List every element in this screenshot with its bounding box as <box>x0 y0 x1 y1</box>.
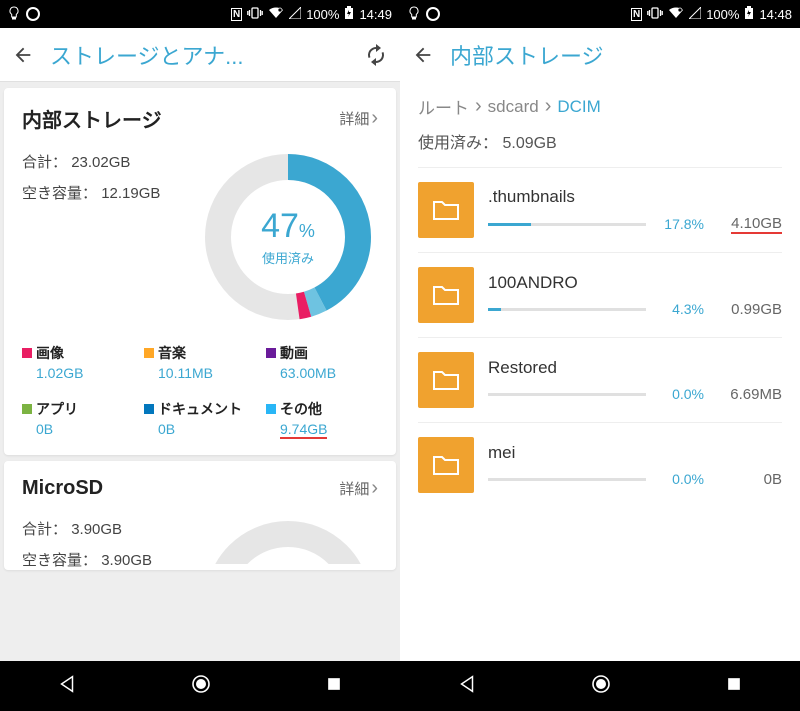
breadcrumb[interactable]: ルート › sdcard › DCIM <box>400 82 800 123</box>
detail-link[interactable]: 詳細 › <box>339 107 378 130</box>
chevron-right-icon: › <box>371 477 378 500</box>
folder-icon <box>418 267 474 323</box>
back-icon[interactable] <box>412 44 434 66</box>
chevron-right-icon: › <box>475 95 482 118</box>
total-line: 合計： 23.02GB <box>22 151 160 172</box>
clock-text: 14:48 <box>759 7 792 22</box>
legend-item[interactable]: 動画63.00MB <box>266 343 378 381</box>
crumb-current: DCIM <box>557 97 600 117</box>
nav-recent-icon[interactable] <box>724 674 744 699</box>
crumb-root[interactable]: ルート <box>418 94 469 119</box>
nfc-icon: N <box>231 8 242 21</box>
refresh-icon[interactable] <box>364 43 388 67</box>
legend: 画像1.02GB 音楽10.11MB 動画63.00MB アプリ0Bドキュメント0Bそ… <box>22 343 378 439</box>
nav-bar <box>0 661 400 711</box>
page-title: ストレージとアナ... <box>50 39 348 71</box>
usage-donut: 47% 使用済み <box>198 147 378 327</box>
folder-icon <box>418 437 474 493</box>
circle-icon <box>426 7 440 21</box>
nav-bar <box>400 661 800 711</box>
usage-percent: 17.8% <box>658 216 704 232</box>
legend-item[interactable]: 画像1.02GB <box>22 343 134 381</box>
chevron-right-icon: › <box>545 95 552 118</box>
crumb-sdcard[interactable]: sdcard <box>488 97 539 117</box>
nav-home-icon[interactable] <box>589 672 613 701</box>
folder-name: mei <box>488 443 782 463</box>
usage-bar <box>488 393 646 396</box>
folder-row[interactable]: .thumbnails 17.8% 4.10GB <box>418 167 782 252</box>
bulb-icon <box>408 6 420 23</box>
page-title: 内部ストレージ <box>450 39 788 71</box>
usage-bar <box>488 223 646 226</box>
battery-icon <box>344 6 354 23</box>
clock-text: 14:49 <box>359 7 392 22</box>
folder-name: .thumbnails <box>488 187 782 207</box>
signal-icon <box>289 7 301 22</box>
folder-row[interactable]: 100ANDRO 4.3% 0.99GB <box>418 252 782 337</box>
app-bar: 内部ストレージ <box>400 28 800 82</box>
signal-icon <box>689 7 701 22</box>
folder-name: 100ANDRO <box>488 273 782 293</box>
nav-recent-icon[interactable] <box>324 674 344 699</box>
detail-label: 詳細 <box>339 478 369 499</box>
screen2-body: ルート › sdcard › DCIM 使用済み： 5.09GB .thumbn… <box>400 82 800 711</box>
vibrate-icon <box>647 6 663 23</box>
total-line: 合計： 3.90GB <box>22 518 152 539</box>
legend-item[interactable]: 音楽10.11MB <box>144 343 256 381</box>
free-line: 空き容量： 3.90GB <box>22 549 152 570</box>
folder-row[interactable]: mei 0.0% 0B <box>418 422 782 507</box>
battery-text: 100% <box>706 7 739 22</box>
folder-icon <box>418 352 474 408</box>
donut-label: 使用済み <box>262 248 314 267</box>
screen1-body: 内部ストレージ 詳細 › 合計： 23.02GB 空き容量： 12.19GB <box>0 82 400 711</box>
usage-percent: 4.3% <box>658 301 704 317</box>
battery-icon <box>744 6 754 23</box>
microsd-card[interactable]: MicroSD 詳細 › 合計： 3.90GB 空き容量： 3.90GB <box>4 461 396 570</box>
screen-internal-storage: N 100% 14:48 内部ストレージ ルート › sdcard <box>400 0 800 711</box>
usage-size: 4.10GB <box>716 215 782 234</box>
nav-back-icon[interactable] <box>56 673 78 700</box>
legend-item[interactable]: アプリ0B <box>22 399 134 439</box>
status-bar: N 100% 14:48 <box>400 0 800 28</box>
circle-icon <box>26 7 40 21</box>
nfc-icon: N <box>631 8 642 21</box>
usage-size: 0.99GB <box>716 301 782 318</box>
nav-back-icon[interactable] <box>456 673 478 700</box>
nav-home-icon[interactable] <box>189 672 213 701</box>
card-title: MicroSD <box>22 477 339 500</box>
wifi-icon <box>668 7 684 22</box>
free-line: 空き容量： 12.19GB <box>22 182 160 203</box>
card-title: 内部ストレージ <box>22 104 339 133</box>
internal-storage-card[interactable]: 内部ストレージ 詳細 › 合計： 23.02GB 空き容量： 12.19GB <box>4 88 396 455</box>
app-bar: ストレージとアナ... <box>0 28 400 82</box>
wifi-icon <box>268 7 284 22</box>
folder-row[interactable]: Restored 0.0% 6.69MB <box>418 337 782 422</box>
vibrate-icon <box>247 6 263 23</box>
screen-storage-analyzer: N 100% 14:49 ストレージとアナ... <box>0 0 400 711</box>
usage-percent: 0.0% <box>658 471 704 487</box>
usage-donut-partial <box>198 514 378 564</box>
usage-size: 6.69MB <box>716 386 782 403</box>
legend-item[interactable]: ドキュメント0B <box>144 399 256 439</box>
folder-name: Restored <box>488 358 782 378</box>
legend-item[interactable]: その他9.74GB <box>266 399 378 439</box>
donut-percent: 47% <box>261 207 315 246</box>
usage-bar <box>488 478 646 481</box>
battery-text: 100% <box>306 7 339 22</box>
folder-icon <box>418 182 474 238</box>
usage-percent: 0.0% <box>658 386 704 402</box>
used-summary: 使用済み： 5.09GB <box>400 123 800 167</box>
folder-list: .thumbnails 17.8% 4.10GB 100ANDRO 4.3% 0… <box>418 167 782 507</box>
bulb-icon <box>8 6 20 23</box>
detail-link[interactable]: 詳細 › <box>339 477 378 500</box>
chevron-right-icon: › <box>371 107 378 130</box>
status-bar: N 100% 14:49 <box>0 0 400 28</box>
usage-bar <box>488 308 646 311</box>
usage-size: 0B <box>716 471 782 488</box>
back-icon[interactable] <box>12 44 34 66</box>
detail-label: 詳細 <box>339 108 369 129</box>
